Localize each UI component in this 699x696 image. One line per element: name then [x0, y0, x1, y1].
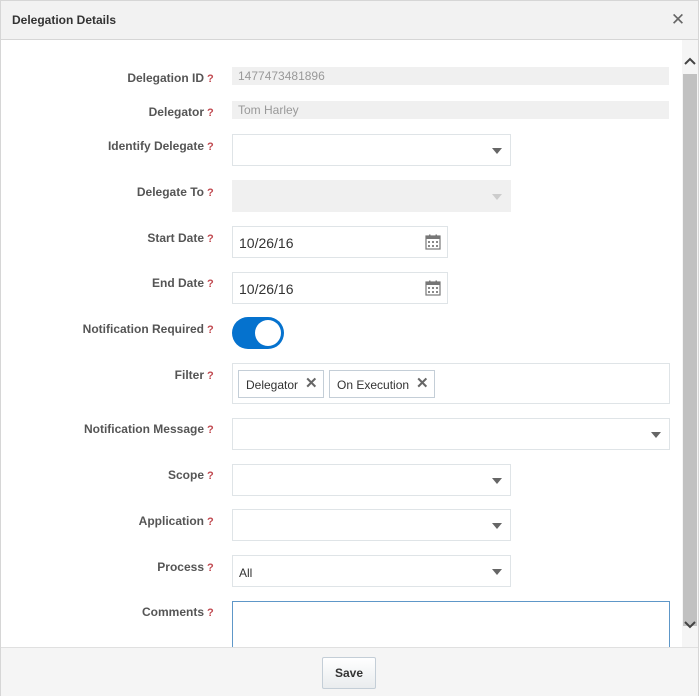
delegate-to-label: Delegate To: [136, 185, 204, 199]
process-label: Process: [157, 560, 204, 574]
filter-chip-delegator: Delegator ✕: [238, 370, 324, 398]
delegation-id-label: Delegation ID: [127, 71, 204, 85]
application-select[interactable]: [232, 509, 511, 541]
scroll-up-icon[interactable]: [682, 54, 698, 68]
filter-chip-input[interactable]: Delegator ✕ On Execution ✕: [232, 363, 670, 404]
end-date-input[interactable]: 10/26/16: [232, 272, 448, 304]
delegation-id-help-icon[interactable]: ?: [207, 73, 214, 85]
delegation-id-value: 1477473481896: [232, 67, 669, 85]
delegate-to-select: [232, 180, 511, 212]
identify-delegate-label: Identify Delegate: [107, 139, 204, 153]
dialog-titlebar: Delegation Details ✕: [1, 1, 698, 40]
filter-help-icon[interactable]: ?: [207, 370, 214, 382]
filter-chip-label: On Execution: [337, 378, 410, 392]
chevron-down-icon: [492, 569, 502, 575]
application-help-icon[interactable]: ?: [207, 516, 214, 528]
process-value: All: [239, 566, 253, 580]
identify-delegate-help-icon[interactable]: ?: [207, 141, 214, 153]
toggle-knob: [255, 320, 281, 346]
save-button[interactable]: Save: [322, 657, 376, 689]
notification-required-toggle[interactable]: [232, 317, 284, 349]
start-date-value: 10/26/16: [239, 235, 294, 251]
scrollbar-thumb[interactable]: [683, 74, 697, 626]
identify-delegate-select[interactable]: [232, 134, 511, 166]
end-date-value: 10/26/16: [239, 281, 294, 297]
end-date-help-icon[interactable]: ?: [207, 278, 214, 290]
chevron-down-icon: [651, 432, 661, 438]
start-date-label: Start Date: [147, 231, 204, 245]
filter-label: Filter: [174, 368, 204, 382]
comments-help-icon[interactable]: ?: [207, 607, 214, 619]
close-icon[interactable]: ✕: [670, 11, 686, 28]
dialog-title: Delegation Details: [12, 13, 117, 27]
end-date-label: End Date: [151, 276, 204, 290]
calendar-icon[interactable]: [425, 280, 441, 296]
chevron-down-icon: [492, 148, 502, 154]
delegation-details-dialog: Delegation Details ✕ Delegation ID ? 147…: [0, 0, 699, 696]
vertical-scrollbar[interactable]: [682, 40, 698, 647]
delegator-help-icon[interactable]: ?: [207, 107, 214, 119]
process-help-icon[interactable]: ?: [207, 562, 214, 574]
comments-textarea[interactable]: [232, 601, 670, 647]
notification-required-help-icon[interactable]: ?: [207, 324, 214, 336]
dialog-footer: Save: [1, 647, 698, 696]
notification-message-label: Notification Message: [83, 422, 204, 436]
notification-message-select[interactable]: [232, 418, 670, 450]
scope-select[interactable]: [232, 464, 511, 496]
chevron-down-icon: [492, 523, 502, 529]
comments-label: Comments: [141, 605, 204, 619]
scope-help-icon[interactable]: ?: [207, 470, 214, 482]
filter-chip-label: Delegator: [246, 378, 299, 392]
scroll-down-icon[interactable]: [682, 618, 698, 632]
remove-chip-icon[interactable]: ✕: [305, 376, 318, 391]
delegate-to-help-icon[interactable]: ?: [207, 187, 214, 199]
remove-chip-icon[interactable]: ✕: [416, 376, 429, 391]
delegator-value: Tom Harley: [232, 101, 669, 119]
notification-required-label: Notification Required: [82, 322, 204, 336]
chevron-down-icon: [492, 194, 502, 200]
dialog-content[interactable]: Delegation ID ? 1477473481896 Delegator …: [1, 40, 682, 647]
start-date-help-icon[interactable]: ?: [207, 233, 214, 245]
calendar-icon[interactable]: [425, 234, 441, 250]
start-date-input[interactable]: 10/26/16: [232, 226, 448, 258]
chevron-down-icon: [492, 478, 502, 484]
application-label: Application: [138, 514, 204, 528]
notification-message-help-icon[interactable]: ?: [207, 424, 214, 436]
scope-label: Scope: [167, 468, 204, 482]
filter-chip-on-execution: On Execution ✕: [329, 370, 435, 398]
delegator-label: Delegator: [148, 105, 204, 119]
process-select[interactable]: All: [232, 555, 511, 587]
